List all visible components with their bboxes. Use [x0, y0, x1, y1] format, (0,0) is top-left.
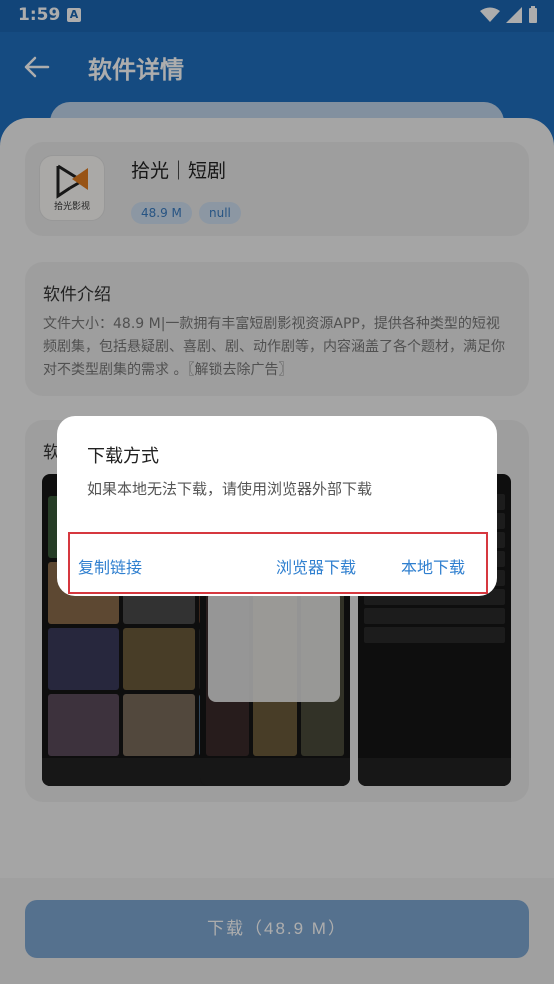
- dialog-actions-highlight: 复制链接 浏览器下载 本地下载: [68, 532, 488, 594]
- dialog-title: 下载方式: [87, 446, 159, 467]
- local-download-button[interactable]: 本地下载: [401, 554, 465, 578]
- copy-link-button[interactable]: 复制链接: [78, 554, 142, 578]
- browser-download-button[interactable]: 浏览器下载: [276, 554, 356, 578]
- dialog-message: 如果本地无法下载，请使用浏览器外部下载: [87, 480, 373, 498]
- download-method-dialog: 下载方式 如果本地无法下载，请使用浏览器外部下载 复制链接 浏览器下载 本地下载: [57, 416, 497, 596]
